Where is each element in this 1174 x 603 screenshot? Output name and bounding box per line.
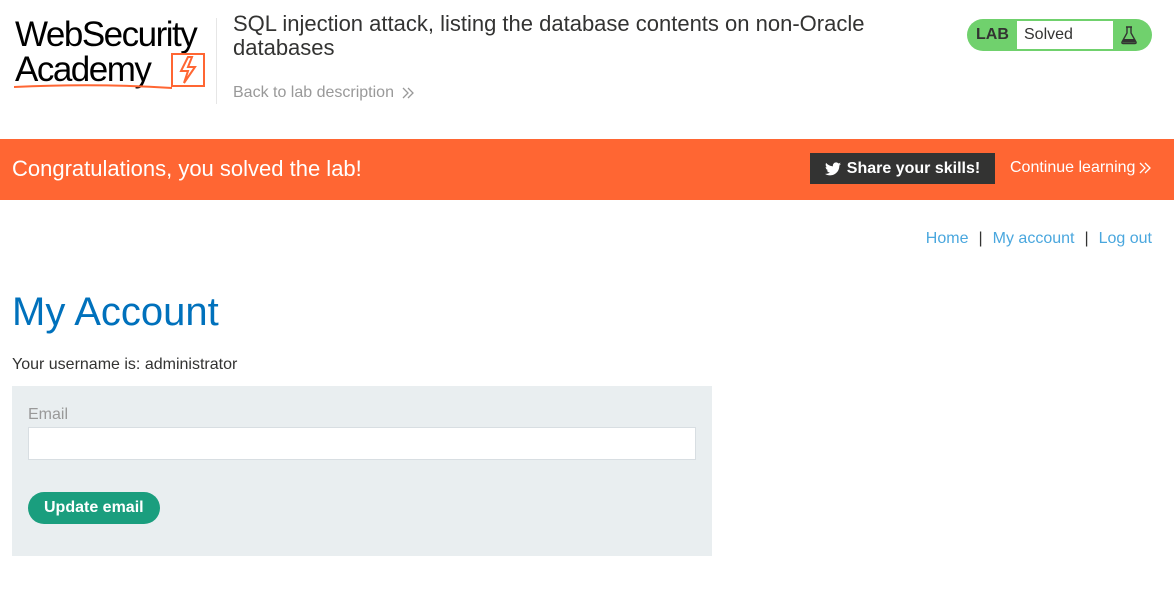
account-nav: Home | My account | Log out (926, 230, 1152, 248)
nav-home-link[interactable]: Home (926, 230, 969, 248)
nav-log-out-link[interactable]: Log out (1099, 230, 1152, 248)
nav-separator: | (978, 230, 983, 247)
update-email-button[interactable]: Update email (28, 492, 160, 524)
lab-solved-banner: Congratulations, you solved the lab! Sha… (0, 139, 1174, 200)
back-to-lab-description-link[interactable]: Back to lab description (233, 84, 414, 102)
lab-badge: LAB (976, 26, 1009, 43)
status-text-box: Solved (1017, 21, 1113, 49)
logo-line-2: Academy (15, 50, 152, 89)
congratulations-message: Congratulations, you solved the lab! (12, 156, 362, 181)
page-title: My Account (12, 290, 219, 334)
flask-icon (1121, 26, 1137, 45)
lab-status-widget: LAB Solved (967, 19, 1152, 51)
username-text: Your username is: administrator (12, 356, 238, 373)
email-input[interactable] (28, 427, 696, 460)
back-link-label: Back to lab description (233, 84, 394, 101)
continue-learning-label: Continue learning (1010, 159, 1136, 176)
email-label: Email (28, 406, 69, 423)
logo-line-1: WebSecurity (15, 15, 198, 54)
double-chevron-right-icon (1139, 162, 1152, 174)
lab-title: SQL injection attack, listing the databa… (233, 11, 865, 60)
nav-my-account-link[interactable]: My account (993, 230, 1075, 248)
continue-learning-link[interactable]: Continue learning (1010, 159, 1152, 177)
header-divider (216, 18, 217, 104)
share-your-skills-button[interactable]: Share your skills! (810, 153, 995, 184)
lab-status-text: Solved (1024, 26, 1073, 43)
web-security-academy-logo[interactable]: WebSecurity Academy (12, 14, 216, 104)
logo-underline (14, 84, 173, 89)
change-email-form: Email Update email (12, 386, 712, 556)
double-chevron-right-icon (402, 87, 414, 99)
share-button-label: Share your skills! (846, 159, 981, 177)
logo-wordmark: WebSecurity Academy (15, 15, 198, 89)
nav-separator: | (1084, 230, 1089, 247)
twitter-icon (824, 161, 841, 175)
lightning-bolt-icon (171, 53, 205, 87)
